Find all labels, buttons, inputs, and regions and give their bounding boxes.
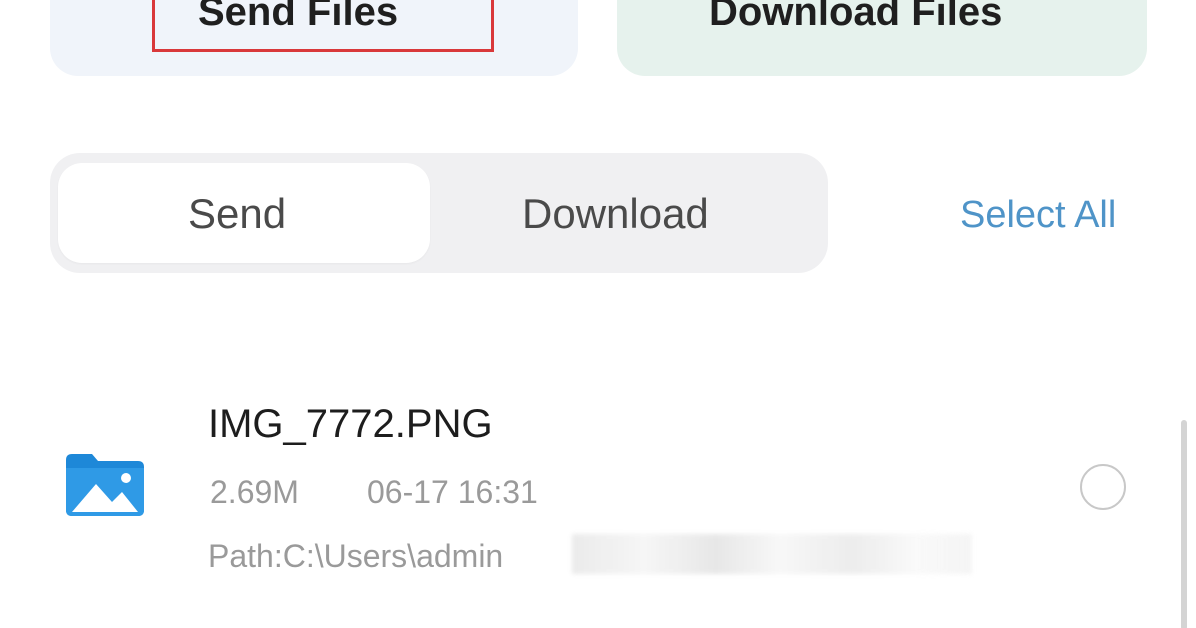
list-item[interactable]: IMG_7772.PNG 2.69M 06-17 16:31 Path:C:\U… — [0, 390, 1196, 590]
redacted-path-area — [572, 534, 972, 574]
download-files-label: Download Files — [709, 0, 1003, 34]
tab-download[interactable]: Download — [522, 193, 709, 235]
tab-send[interactable]: Send — [58, 163, 430, 263]
file-select-radio[interactable] — [1080, 464, 1126, 510]
send-download-tabs: Send Download — [50, 153, 828, 273]
highlight-annotation-box — [152, 0, 494, 52]
tab-send-label: Send — [188, 190, 287, 237]
file-date: 06-17 16:31 — [367, 474, 538, 510]
download-files-card[interactable]: Download Files — [617, 0, 1147, 76]
file-size: 2.69M — [210, 474, 299, 510]
scrollbar[interactable] — [1181, 420, 1187, 628]
select-all-link[interactable]: Select All — [960, 195, 1116, 235]
file-transfer-screen: Send Files Download Files Send Download … — [0, 0, 1196, 628]
file-name: IMG_7772.PNG — [208, 402, 493, 446]
file-path: Path:C:\Users\admin — [208, 538, 504, 574]
image-folder-icon — [66, 454, 144, 516]
